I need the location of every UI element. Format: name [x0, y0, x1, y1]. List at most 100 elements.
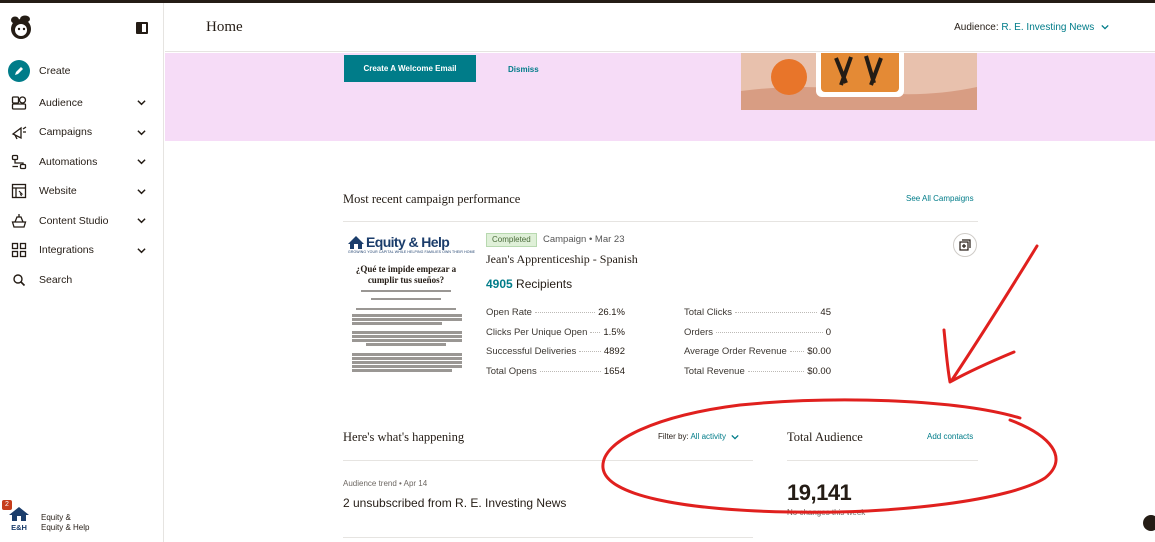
thumbnail-text-line — [366, 343, 446, 346]
account-logo-text: E&H — [11, 523, 27, 532]
stat-value: 4892 — [603, 346, 625, 357]
stat-orders: Orders 0 — [684, 327, 831, 338]
sidebar-item-label: Audience — [39, 96, 83, 109]
audience-selector[interactable]: Audience: R. E. Investing News — [954, 22, 1109, 33]
sidebar-item-automations[interactable]: Automations — [0, 147, 164, 177]
stat-label: Clicks Per Unique Open — [486, 327, 588, 338]
stat-total-opens: Total Opens 1654 — [486, 366, 625, 377]
account-name-line1: Equity & — [41, 513, 71, 522]
stat-open-rate: Open Rate 26.1% — [486, 307, 625, 318]
campaigns-section-title: Most recent campaign performance — [343, 192, 521, 206]
sidebar-item-campaigns[interactable]: Campaigns — [0, 118, 164, 148]
recipients-count: 4905 — [486, 277, 513, 291]
chevron-down-icon[interactable] — [137, 98, 146, 107]
section-divider — [343, 537, 753, 538]
stat-successful-deliveries: Successful Deliveries 4892 — [486, 346, 625, 357]
stat-value: 0 — [825, 327, 831, 338]
stat-average-order-revenue: Average Order Revenue $0.00 — [684, 346, 831, 357]
account-logo-icon: E&H — [9, 507, 29, 532]
pencil-icon — [8, 60, 30, 82]
section-divider — [343, 221, 978, 222]
welcome-banner: Create A Welcome Email Dismiss — [165, 53, 1155, 141]
stat-value: $0.00 — [807, 366, 831, 377]
stat-total-clicks: Total Clicks 45 — [684, 307, 831, 318]
automations-icon — [10, 153, 28, 171]
filter-value: All activity — [690, 432, 727, 441]
mailchimp-logo-icon[interactable] — [9, 15, 33, 41]
stat-total-revenue: Total Revenue $0.00 — [684, 366, 831, 377]
sidebar-collapse-button[interactable] — [136, 22, 148, 34]
total-audience-count: 19,141 — [787, 480, 852, 505]
trend-text: 2 unsubscribed from R. E. Investing News — [343, 496, 567, 510]
integrations-icon — [10, 241, 28, 259]
campaign-thumbnail[interactable]: Equity & Help GROWING YOUR CAPITAL WHILE… — [344, 230, 475, 382]
annotation-arrow-head — [942, 328, 1016, 384]
stat-value: $0.00 — [807, 346, 831, 357]
total-audience-subtext: No changes this week — [787, 508, 866, 517]
sidebar-item-search[interactable]: Search — [0, 265, 164, 295]
campaign-name[interactable]: Jean's Apprenticeship - Spanish — [486, 252, 638, 267]
thumbnail-text-line — [352, 365, 462, 368]
sidebar-item-label: Integrations — [39, 244, 94, 257]
stat-label: Average Order Revenue — [684, 346, 787, 357]
thumbnail-text-line — [352, 369, 452, 372]
header: Home Audience: R. E. Investing News — [165, 3, 1155, 52]
status-badge: Completed — [486, 233, 537, 247]
annotation-arrow-line — [950, 244, 1039, 382]
chevron-down-icon[interactable] — [137, 157, 146, 166]
sidebar-item-integrations[interactable]: Integrations — [0, 236, 164, 266]
page-title: Home — [206, 19, 243, 35]
thumbnail-headline: ¿Qué te impide empezar a cumplir tus sue… — [355, 264, 457, 285]
thumbnail-text-line — [352, 318, 462, 321]
equity-help-logo: Equity & Help — [348, 234, 450, 250]
stat-clicks-per-unique-open: Clicks Per Unique Open 1.5% — [486, 327, 625, 338]
filter-label: Filter by: — [658, 432, 689, 441]
chevron-down-icon[interactable] — [137, 187, 146, 196]
dismiss-link[interactable]: Dismiss — [508, 65, 539, 74]
total-audience-title: Total Audience — [787, 430, 863, 444]
sidebar-nav: Create Audience Campaigns Automations We… — [0, 55, 164, 295]
replicate-campaign-button[interactable] — [953, 233, 977, 257]
stat-value: 1.5% — [603, 327, 625, 338]
stat-label: Successful Deliveries — [486, 346, 577, 357]
stat-label: Total Opens — [486, 366, 537, 377]
trend-meta: Audience trend • Apr 14 — [343, 479, 428, 488]
thumbnail-brand-text: Equity & Help — [366, 234, 449, 250]
account-name: Equity & Equity & Help — [41, 513, 89, 533]
sidebar-item-label: Campaigns — [39, 126, 93, 139]
recipients-label: Recipients — [516, 277, 573, 291]
sidebar-item-audience[interactable]: Audience — [0, 88, 164, 118]
chevron-down-icon[interactable] — [137, 216, 146, 225]
account-switcher[interactable]: E&H 2 Equity & Equity & Help — [2, 500, 158, 536]
sidebar-item-create[interactable]: Create — [0, 55, 164, 87]
thumbnail-text-line — [352, 335, 462, 338]
stat-value: 1654 — [603, 366, 625, 377]
sidebar-item-content-studio[interactable]: Content Studio — [0, 206, 164, 236]
audience-value: R. E. Investing News — [1001, 22, 1095, 33]
chevron-down-icon — [731, 434, 739, 440]
thumbnail-text-line — [356, 308, 456, 310]
campaign-recipients: 4905 Recipients — [486, 277, 572, 291]
create-welcome-email-button[interactable]: Create A Welcome Email — [344, 55, 476, 82]
sidebar-item-label: Content Studio — [39, 214, 109, 227]
happening-section-title: Here's what's happening — [343, 430, 465, 444]
see-all-campaigns-link[interactable]: See All Campaigns — [906, 194, 974, 203]
chevron-down-icon[interactable] — [137, 246, 146, 255]
sidebar-item-website[interactable]: Website — [0, 177, 164, 207]
copy-icon — [959, 239, 971, 251]
section-divider — [787, 460, 978, 461]
sidebar-item-label: Automations — [39, 155, 98, 168]
stat-label: Orders — [684, 327, 714, 338]
thumbnail-text-line — [352, 314, 462, 317]
banner-illustration — [741, 53, 977, 110]
search-icon — [10, 271, 28, 289]
activity-filter[interactable]: Filter by: All activity — [658, 432, 739, 441]
stat-label: Total Clicks — [684, 307, 733, 318]
audience-icon — [10, 94, 28, 112]
add-contacts-link[interactable]: Add contacts — [927, 432, 973, 441]
help-button[interactable] — [1143, 515, 1155, 531]
sidebar-item-label: Website — [39, 185, 77, 198]
sidebar-item-label: Search — [39, 273, 73, 286]
chevron-down-icon[interactable] — [137, 128, 146, 137]
stat-value: 45 — [820, 307, 831, 318]
